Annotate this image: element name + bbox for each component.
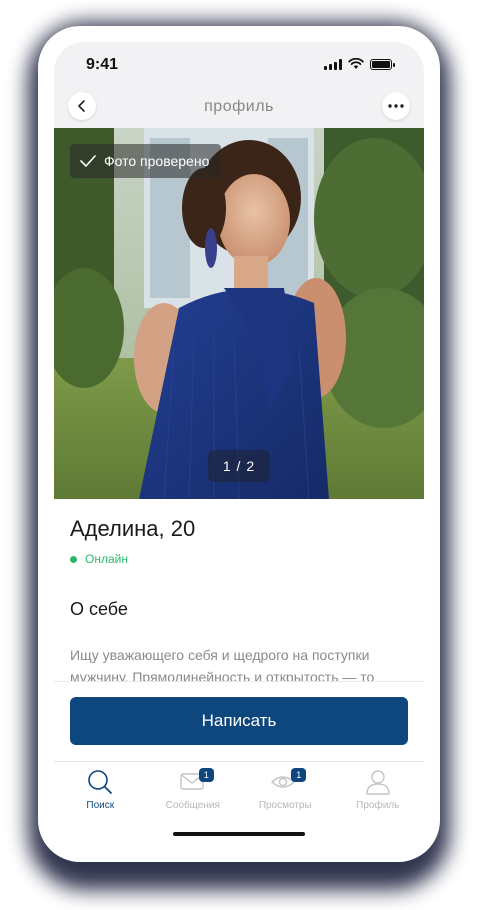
tab-views-label: Просмотры xyxy=(258,800,312,811)
views-badge: 1 xyxy=(291,768,307,782)
about-text: Ищу уважающего себя и щедрого на поступк… xyxy=(70,647,375,682)
tab-profile-label: Профиль xyxy=(356,800,400,811)
tab-messages-label: Сообщения xyxy=(165,800,220,811)
tab-profile[interactable]: Профиль xyxy=(332,762,425,824)
profile-photo[interactable]: Фото проверено 1 / 2 xyxy=(54,128,424,499)
eye-icon: 1 xyxy=(271,768,307,796)
signal-icon xyxy=(324,58,342,70)
tab-bar: Поиск 1 Сообщения 1 Просмотры Профиль xyxy=(54,762,424,824)
photo-verified-badge: Фото проверено xyxy=(70,144,222,178)
online-status: Онлайн xyxy=(70,552,128,566)
more-dots-icon xyxy=(388,104,404,108)
online-dot-icon xyxy=(70,555,77,563)
about-heading: О себе xyxy=(70,599,128,619)
profile-name: Аделина, 20 xyxy=(70,516,196,541)
photo-counter: 1 / 2 xyxy=(208,450,270,482)
tab-search[interactable]: Поиск xyxy=(54,762,147,824)
check-icon xyxy=(80,155,96,167)
messages-badge: 1 xyxy=(198,768,214,782)
page-title: профиль xyxy=(204,98,274,115)
status-icons xyxy=(324,58,395,70)
tab-search-label: Поиск xyxy=(86,800,115,811)
mail-icon: 1 xyxy=(179,768,214,796)
status-time: 9:41 xyxy=(86,56,119,73)
wifi-icon xyxy=(348,58,364,69)
tab-messages[interactable]: 1 Сообщения xyxy=(147,762,240,824)
user-icon xyxy=(364,768,392,796)
tab-views[interactable]: 1 Просмотры xyxy=(239,762,332,824)
divider xyxy=(54,681,424,682)
nav-bar: профиль xyxy=(54,88,424,128)
photo-verified-label: Фото проверено xyxy=(104,153,210,169)
phone-frame: 9:41 профиль Фото проверено 1 / 2 Аделин… xyxy=(38,26,440,862)
more-button[interactable] xyxy=(382,92,410,120)
home-indicator xyxy=(173,832,305,836)
online-status-label: Онлайн xyxy=(85,552,128,566)
write-message-button[interactable]: Написать xyxy=(70,697,408,745)
search-icon xyxy=(86,768,114,796)
battery-icon xyxy=(370,58,395,70)
profile-photo-image xyxy=(54,128,424,499)
